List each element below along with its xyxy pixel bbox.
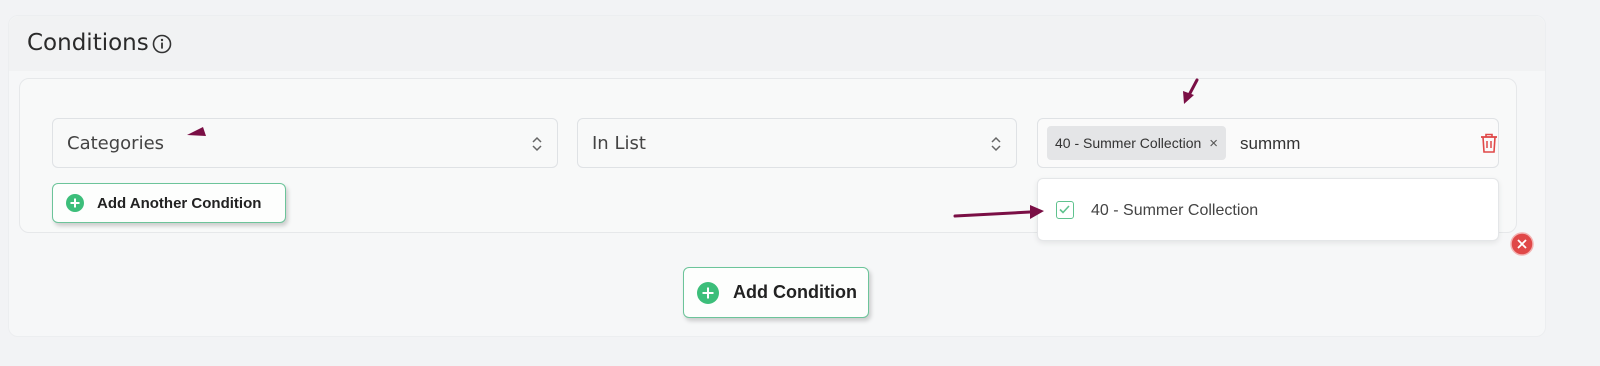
add-another-condition-button[interactable]: Add Another Condition — [52, 183, 286, 223]
option-label: 40 - Summer Collection — [1091, 202, 1259, 219]
values-dropdown: 40 - Summer Collection — [1037, 178, 1499, 241]
selected-value-tag: 40 - Summer Collection × — [1047, 126, 1227, 160]
close-circle-icon[interactable] — [1510, 232, 1534, 256]
plus-circle-icon — [697, 281, 719, 304]
add-condition-button[interactable]: Add Condition — [683, 267, 869, 318]
info-circle-icon[interactable] — [152, 34, 172, 54]
plus-circle-icon — [66, 194, 84, 212]
chevron-up-down-icon — [532, 136, 542, 152]
panel-header — [9, 16, 1545, 71]
add-condition-label: Add Condition — [733, 282, 857, 302]
operator-select-value: In List — [592, 133, 646, 154]
field-select[interactable]: Categories — [52, 118, 558, 168]
panel-title: Conditions — [27, 30, 149, 56]
operator-select[interactable]: In List — [577, 118, 1017, 168]
trash-icon[interactable] — [1479, 132, 1499, 154]
dropdown-option[interactable]: 40 - Summer Collection — [1038, 179, 1498, 240]
values-search-input[interactable]: summm — [1240, 134, 1300, 154]
add-another-condition-label: Add Another Condition — [97, 194, 262, 212]
chevron-up-down-icon — [991, 136, 1001, 152]
option-checkbox[interactable] — [1056, 201, 1074, 219]
tag-remove-button[interactable]: × — [1209, 135, 1218, 152]
values-multiselect[interactable]: 40 - Summer Collection × summm — [1037, 118, 1499, 168]
tag-label: 40 - Summer Collection — [1055, 135, 1202, 151]
check-icon — [1059, 205, 1070, 214]
field-select-value: Categories — [67, 133, 165, 154]
